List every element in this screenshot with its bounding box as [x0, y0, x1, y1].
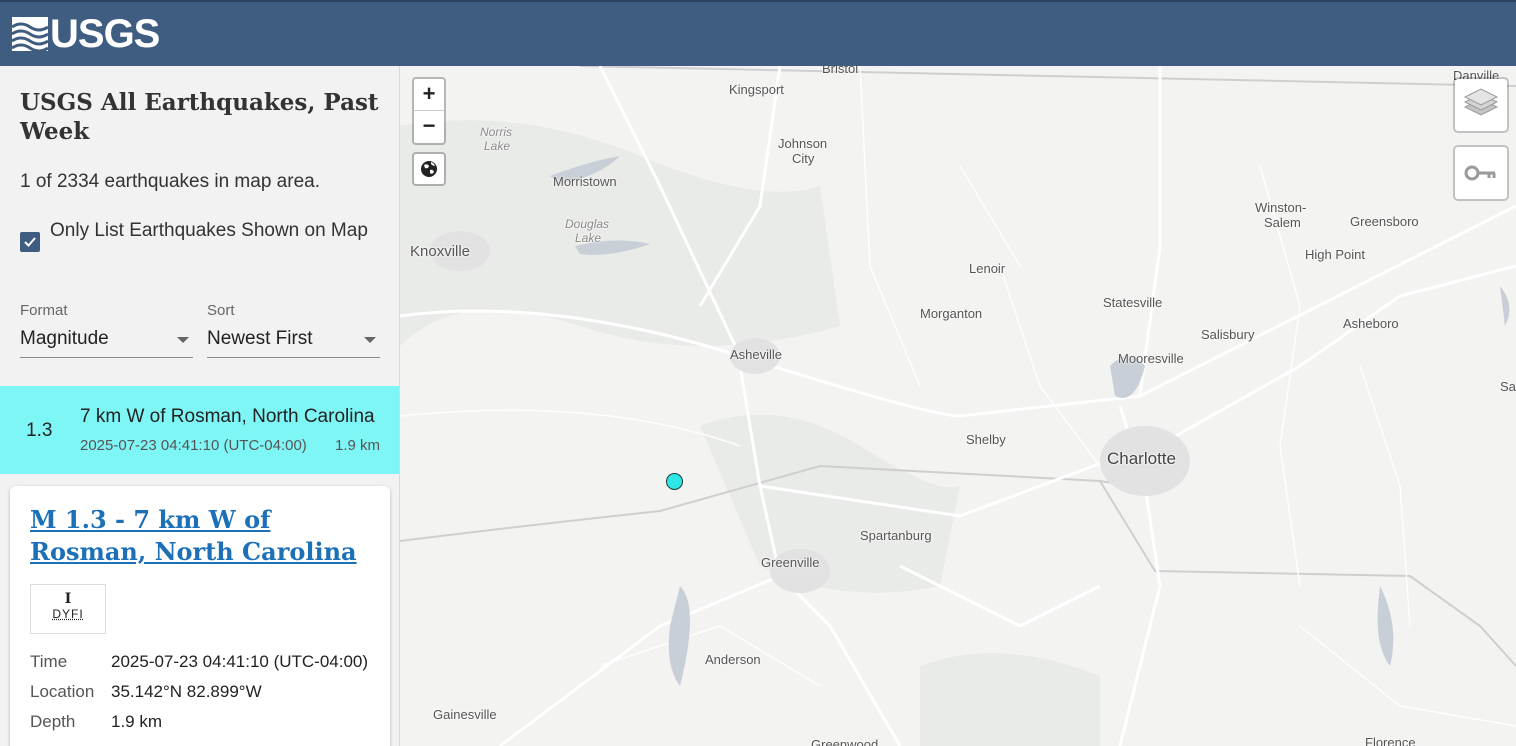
dyfi-badge[interactable]: I DYFI	[30, 584, 106, 634]
legend-key-icon	[1464, 165, 1496, 181]
map-label-sanford: Sar	[1500, 379, 1516, 394]
detail-value: 35.142°N 82.899°W	[111, 682, 262, 701]
format-select-group: Format Magnitude	[20, 302, 193, 358]
map-label-kingsport: Kingsport	[729, 82, 784, 97]
only-list-checkbox[interactable]	[20, 232, 40, 252]
legend-button[interactable]	[1453, 145, 1509, 201]
basemap	[400, 66, 1516, 746]
sort-label: Sort	[207, 302, 235, 319]
dyfi-value: I	[64, 591, 72, 607]
list-item-depth: 1.9 km	[334, 437, 380, 454]
map-label-statesville: Statesville	[1103, 295, 1163, 310]
sidebar: USGS All Earthquakes, Past Week 1 of 233…	[0, 66, 400, 746]
check-icon	[24, 237, 36, 247]
site-header: USGS	[0, 0, 1516, 66]
map-label-spartanburg: Spartanburg	[860, 528, 932, 543]
map-label-florence: Florence	[1365, 735, 1416, 746]
zoom-out-button[interactable]: −	[414, 111, 444, 142]
map-label-douglas-lake-2: Lake	[575, 231, 602, 245]
detail-key: Location	[30, 682, 95, 701]
map-label-asheville: Asheville	[730, 347, 783, 362]
event-title-link[interactable]: M 1.3 - 7 km W of Rosman, North Carolina	[30, 504, 370, 568]
map-label-mooresville: Mooresville	[1118, 351, 1184, 366]
chevron-down-icon	[364, 337, 376, 343]
map-label-greenville: Greenville	[761, 555, 820, 570]
list-item-magnitude: 1.3	[26, 420, 53, 441]
detail-value: 2025-07-23 04:41:10 (UTC-04:00)	[111, 652, 369, 671]
only-list-label: Only List Earthquakes Shown on Map	[50, 220, 368, 241]
map-label-douglas-lake-1: Douglas	[565, 217, 610, 231]
sort-select[interactable]: Newest First	[207, 322, 380, 358]
event-detail-card: M 1.3 - 7 km W of Rosman, North Carolina…	[10, 486, 390, 746]
dyfi-label: DYFI	[52, 607, 84, 621]
logo-text: USGS	[50, 12, 160, 56]
map-label-salisbury: Salisbury	[1201, 327, 1255, 342]
map-label-norris-lake-1: Norris	[480, 125, 512, 139]
map-label-high-point: High Point	[1305, 247, 1365, 262]
sort-value: Newest First	[207, 328, 313, 349]
map-label-greenwood: Greenwood	[811, 737, 879, 746]
map-label-johnson-city-2: City	[792, 151, 815, 166]
list-item[interactable]: 1.3 7 km W of Rosman, North Carolina 202…	[0, 386, 399, 474]
map-label-morganton: Morganton	[920, 306, 983, 321]
map-label-lenoir: Lenoir	[969, 261, 1006, 276]
list-item-time: 2025-07-23 04:41:10 (UTC-04:00)	[80, 437, 307, 454]
list-item-place: 7 km W of Rosman, North Carolina	[80, 406, 375, 427]
chevron-down-icon	[177, 337, 189, 343]
map-label-bristol: Bristol	[822, 66, 859, 76]
map-label-norris-lake-2: Lake	[484, 139, 511, 153]
format-label: Format	[20, 302, 68, 319]
zoom-control: + −	[412, 77, 446, 145]
earthquake-count: 1 of 2334 earthquakes in map area.	[20, 171, 320, 192]
map-view[interactable]: Bristol Kingsport Johnson City Norris La…	[400, 66, 1516, 746]
map-label-shelby: Shelby	[966, 432, 1006, 447]
map-label-morristown: Morristown	[553, 174, 617, 189]
map-label-winston-salem-1: Winston-	[1255, 200, 1307, 215]
format-value: Magnitude	[20, 328, 109, 349]
layers-button[interactable]	[1453, 77, 1509, 133]
map-label-greensboro: Greensboro	[1350, 214, 1419, 229]
detail-value: 1.9 km	[111, 712, 163, 731]
earthquake-marker[interactable]	[666, 473, 683, 490]
map-label-johnson-city-1: Johnson	[778, 136, 828, 151]
format-select[interactable]: Magnitude	[20, 322, 193, 358]
usgs-wave-icon	[12, 17, 48, 51]
map-label-knoxville: Knoxville	[410, 243, 471, 260]
map-label-gainesville: Gainesville	[433, 707, 497, 722]
zoom-in-button[interactable]: +	[414, 79, 444, 111]
globe-icon	[421, 161, 437, 177]
map-label-charlotte: Charlotte	[1107, 449, 1176, 468]
map-label-asheboro: Asheboro	[1343, 316, 1399, 331]
detail-key: Depth	[30, 712, 76, 731]
feed-title: USGS All Earthquakes, Past Week	[20, 89, 379, 145]
usgs-logo[interactable]: USGS	[12, 12, 160, 56]
world-view-button[interactable]	[412, 152, 446, 186]
map-label-anderson: Anderson	[705, 652, 761, 667]
layers-icon	[1463, 88, 1499, 116]
map-label-winston-salem-2: Salem	[1264, 215, 1301, 230]
detail-key: Time	[30, 652, 68, 671]
sort-select-group: Sort Newest First	[207, 302, 380, 358]
